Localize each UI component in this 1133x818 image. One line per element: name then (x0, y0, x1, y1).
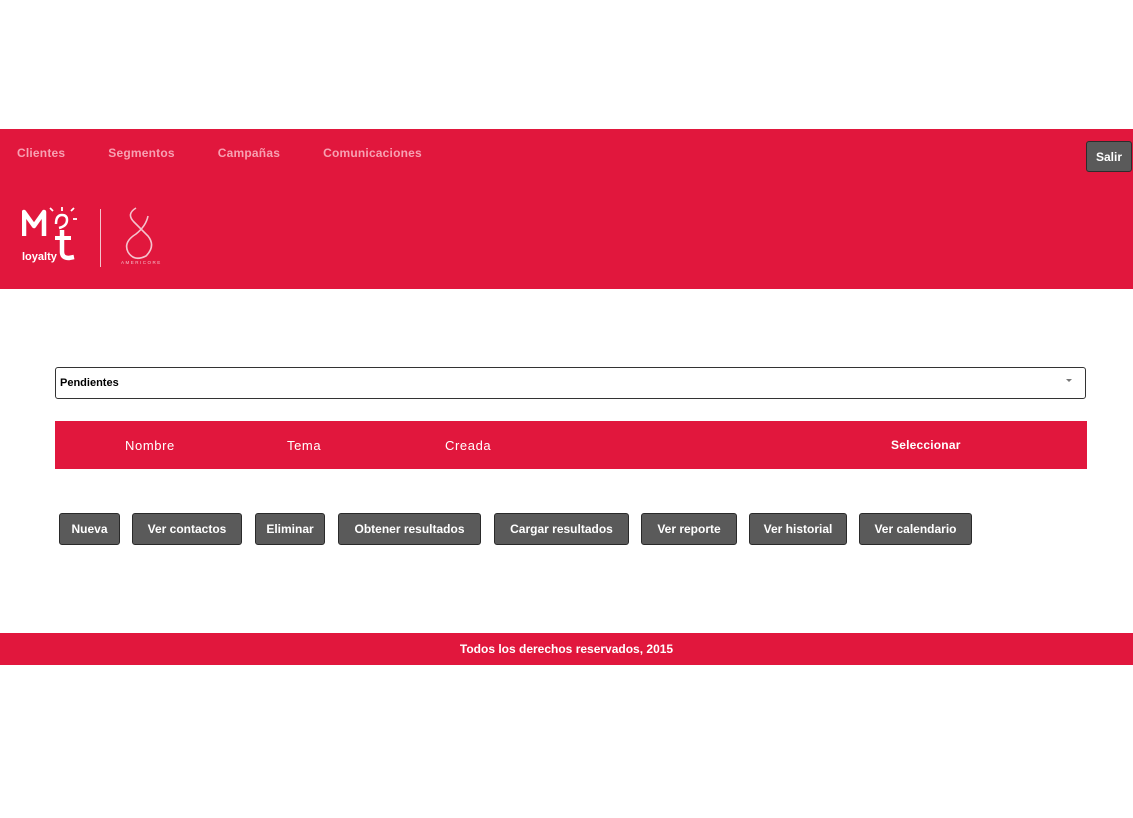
logo-divider (100, 209, 101, 267)
nav-item-comunicaciones[interactable]: Comunicaciones (323, 146, 422, 160)
delete-button[interactable]: Eliminar (255, 513, 325, 545)
app-header: Clientes Segmentos Campañas Comunicacion… (0, 129, 1133, 289)
footer-copyright: Todos los derechos reservados, 2015 (459, 642, 674, 656)
nav-item-campanas[interactable]: Campañas (218, 146, 280, 160)
footer: Todos los derechos reservados, 2015 (0, 633, 1133, 665)
americore-logo: AMERICORE (121, 207, 162, 265)
status-filter-value: Pendientes (60, 377, 119, 389)
view-history-button[interactable]: Ver historial (749, 513, 847, 545)
chevron-down-icon (1066, 379, 1072, 382)
get-results-button[interactable]: Obtener resultados (338, 513, 481, 545)
view-contacts-button[interactable]: Ver contactos (132, 513, 242, 545)
new-button[interactable]: Nueva (59, 513, 120, 545)
brand-logo: loyalty AMERICORE (22, 206, 182, 268)
nav-item-segmentos[interactable]: Segmentos (108, 146, 174, 160)
logout-button[interactable]: Salir (1086, 141, 1132, 172)
column-header-seleccionar[interactable]: Seleccionar (891, 438, 961, 452)
nav-item-clientes[interactable]: Clientes (17, 146, 65, 160)
mt-loyalty-logo: loyalty (22, 207, 77, 263)
load-results-button[interactable]: Cargar resultados (494, 513, 629, 545)
status-filter-select[interactable]: Pendientes (55, 367, 1086, 399)
logo-brand-text: loyalty (22, 251, 58, 263)
column-header-nombre[interactable]: Nombre (125, 438, 175, 453)
main-nav: Clientes Segmentos Campañas Comunicacion… (17, 146, 465, 160)
view-calendar-button[interactable]: Ver calendario (859, 513, 972, 545)
column-header-creada[interactable]: Creada (445, 438, 491, 453)
column-header-tema[interactable]: Tema (287, 438, 321, 453)
logo-partner-text: AMERICORE (121, 260, 162, 265)
view-report-button[interactable]: Ver reporte (641, 513, 737, 545)
table-header: Nombre Tema Creada Seleccionar (55, 421, 1087, 469)
